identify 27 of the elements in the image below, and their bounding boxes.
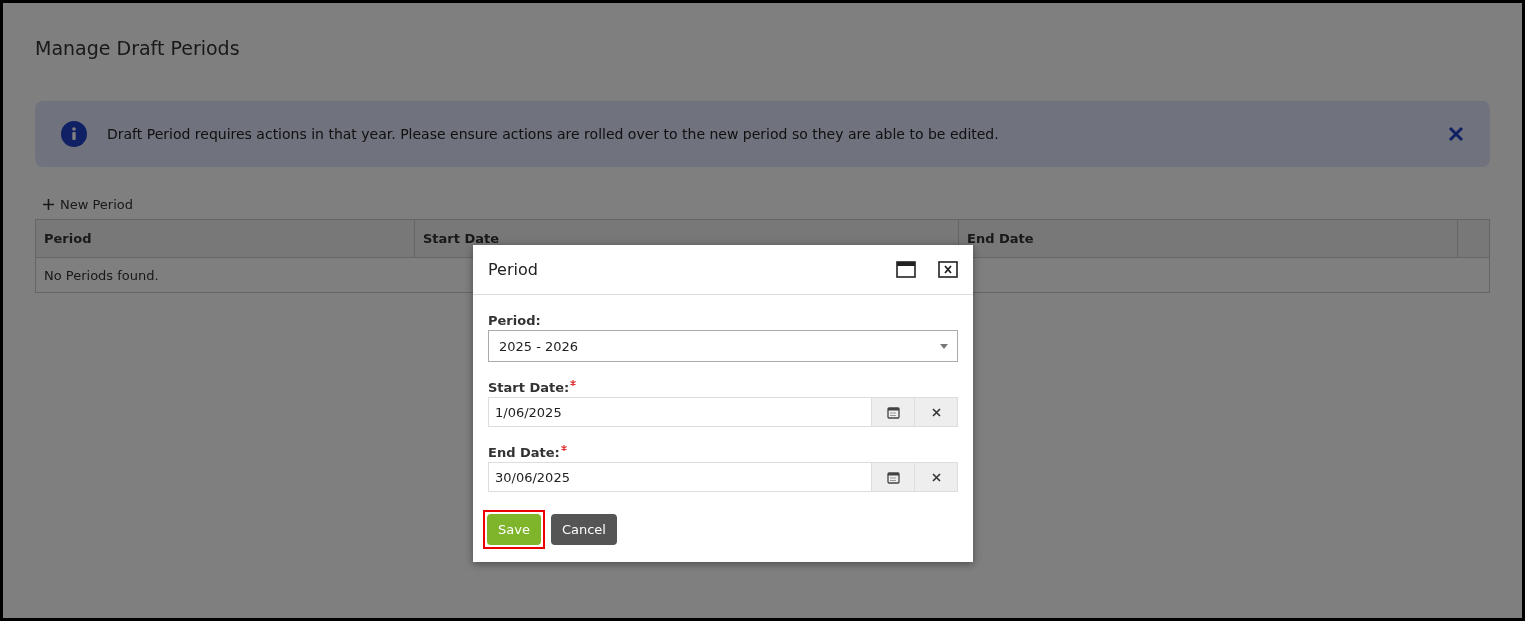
date-field[interactable]: 1/06/2025 bbox=[488, 397, 872, 427]
save-button[interactable]: Save bbox=[487, 514, 541, 545]
caret-icon bbox=[940, 343, 948, 349]
dialog-title: Period bbox=[488, 260, 539, 279]
empty-message: No Periods found. bbox=[44, 267, 159, 283]
field-label: End Date: bbox=[488, 445, 560, 460]
column-header[interactable]: Period bbox=[36, 220, 415, 257]
field-label: Start Date: bbox=[488, 380, 570, 395]
info-icon bbox=[61, 121, 87, 147]
calendar-icon bbox=[886, 405, 900, 419]
field-label: Period: bbox=[488, 313, 541, 328]
page-title: Manage Draft Periods bbox=[35, 37, 241, 59]
calendar-icon bbox=[886, 470, 900, 484]
cancel-button[interactable]: Cancel bbox=[550, 514, 617, 545]
close-icon[interactable] bbox=[938, 261, 958, 278]
clear-icon bbox=[931, 407, 941, 417]
banner-message: Draft Period requires actions in that year. Please ensure actions are rolled over to the new period so they are able to be edited. bbox=[107, 126, 1000, 142]
clear-button[interactable] bbox=[915, 397, 958, 427]
clear-button[interactable] bbox=[915, 462, 958, 492]
clear-icon bbox=[931, 472, 941, 482]
period-select[interactable]: 2025 - 2026 bbox=[488, 330, 958, 362]
calendar-button[interactable] bbox=[872, 462, 915, 492]
maximize-icon[interactable] bbox=[896, 261, 916, 278]
new-period-link[interactable]: New Period bbox=[35, 195, 142, 213]
plus-icon bbox=[43, 198, 54, 210]
calendar-button[interactable] bbox=[872, 397, 915, 427]
date-field[interactable]: 30/06/2025 bbox=[488, 462, 872, 492]
